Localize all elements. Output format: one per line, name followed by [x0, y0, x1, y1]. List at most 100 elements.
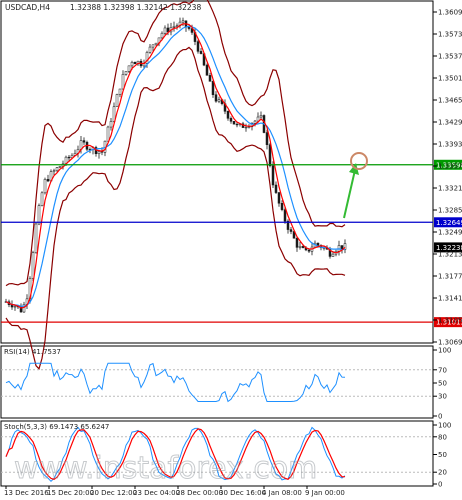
candle-body: [295, 237, 299, 248]
candle-body: [151, 44, 155, 48]
time-tick-label: 23 Dec 04:00: [133, 489, 180, 497]
time-tick-label: 13 Dec 2016: [4, 489, 49, 497]
price-tick-label: 1.33210: [438, 185, 462, 193]
trading-chart[interactable]: 1.335901.326491.310151.32238 1.360901.35…: [0, 0, 462, 500]
candle-body: [214, 94, 218, 102]
watermark-text: www.instaforex.com: [14, 451, 317, 486]
candle-body: [67, 156, 71, 159]
candle-body: [181, 20, 185, 23]
price-tick-label: 1.33930: [438, 141, 462, 149]
candle-body: [217, 99, 221, 102]
price-tick-label: 1.36090: [438, 9, 462, 17]
price-tick-label: 1.34650: [438, 97, 462, 105]
candle-body: [226, 111, 230, 119]
candle-body: [106, 126, 110, 142]
price-tick-label: 1.30690: [438, 339, 462, 347]
candle-body: [118, 88, 122, 95]
candle-body: [232, 121, 236, 125]
candle-body: [40, 192, 44, 206]
price-axis: 1.36090 1.35730 1.35370 1.35010 1.34650 1.342…: [433, 9, 462, 347]
rsi-tick-label: 70: [438, 366, 447, 374]
candle-body: [43, 179, 47, 194]
watermark: www.instaforex.com: [14, 451, 318, 487]
price-tick-label: 1.35010: [438, 75, 462, 83]
candle-body: [97, 151, 101, 154]
candle-body: [121, 74, 125, 90]
candle-body: [274, 184, 278, 193]
time-axis: 13 Dec 201615 Dec 20:0020 Dec 12:0023 De…: [4, 486, 345, 497]
candle-body: [160, 32, 164, 39]
candle-body: [316, 242, 320, 246]
candle-body: [115, 94, 119, 108]
candle-body: [256, 116, 260, 122]
time-tick-label: 20 Dec 12:00: [90, 489, 137, 497]
price-tick-label: 1.31050: [438, 317, 462, 325]
candle-body: [298, 246, 302, 248]
candle-body: [154, 42, 158, 46]
candle-body: [133, 62, 137, 65]
candle-body: [37, 205, 41, 225]
stoch-tick-label: 50: [438, 451, 447, 459]
candle-body: [331, 253, 335, 257]
candle-body: [148, 46, 152, 53]
candle-body: [307, 249, 311, 252]
candle-body: [31, 252, 35, 279]
candle-body: [130, 62, 134, 67]
candle-body: [277, 192, 281, 204]
rsi-tick-label: 100: [438, 347, 451, 355]
candle-body: [13, 305, 17, 308]
price-tick-label: 1.35730: [438, 31, 462, 39]
rsi-panel-frame: [0, 345, 434, 419]
candle-body: [127, 65, 131, 72]
rsi-label: RSI(14) 41.7537: [4, 348, 61, 356]
price-tick-label: 1.33570: [438, 163, 462, 171]
time-tick-label: 4 Jan 08:00: [262, 489, 302, 497]
candle-body: [34, 223, 38, 254]
stoch-tick-label: 0: [438, 481, 442, 489]
candle-body: [271, 165, 275, 186]
candle-body: [55, 167, 59, 171]
time-tick-label: 28 Dec 00:00: [176, 489, 223, 497]
candle-body: [283, 209, 287, 222]
candle-body: [253, 120, 257, 124]
level-label-pivot: 1.32649: [436, 219, 462, 227]
candle-body: [205, 64, 209, 76]
candle-body: [259, 115, 263, 118]
rsi-tick-label: 30: [438, 393, 447, 401]
time-tick-label: 15 Dec 20:00: [47, 489, 94, 497]
stoch-label: Stoch(5,3,3) 69.1473 65.6247: [4, 423, 109, 431]
symbol-timeframe: USDCAD,H4: [5, 3, 50, 12]
stoch-tick-label: 80: [438, 433, 447, 441]
candle-body: [265, 132, 269, 145]
candle-body: [109, 121, 113, 128]
candle-body: [175, 25, 179, 27]
candle-body: [244, 126, 248, 129]
candle-body: [289, 229, 293, 232]
stoch-tick-label: 20: [438, 469, 447, 477]
candle-body: [199, 51, 203, 54]
price-tick-label: 1.32130: [438, 251, 462, 259]
candle-body: [229, 118, 233, 122]
price-tick-label: 1.31770: [438, 273, 462, 281]
price-tick-label: 1.31410: [438, 295, 462, 303]
time-tick-label: 30 Dec 16:00: [219, 489, 266, 497]
price-tick-label: 1.32490: [438, 229, 462, 237]
candle-body: [58, 166, 62, 168]
candle-body: [235, 123, 239, 126]
candle-body: [196, 41, 200, 52]
candle-body: [172, 26, 176, 28]
ohlc-readout: 1.32388 1.32398 1.32142 1.32238: [70, 3, 201, 12]
candle-body: [301, 246, 305, 249]
candle-body: [187, 26, 191, 29]
candle-body: [211, 81, 215, 95]
price-tick-label: 1.32850: [438, 207, 462, 215]
candle-body: [82, 140, 86, 143]
price-tick-label: 1.35370: [438, 53, 462, 61]
time-tick-label: 9 Jan 00:00: [305, 489, 345, 497]
candle-body: [163, 27, 167, 34]
stoch-tick-label: 100: [438, 422, 451, 430]
candle-body: [268, 144, 272, 167]
rsi-tick-label: 0: [438, 413, 442, 421]
candle-body: [280, 203, 284, 210]
candle-body: [52, 170, 56, 172]
